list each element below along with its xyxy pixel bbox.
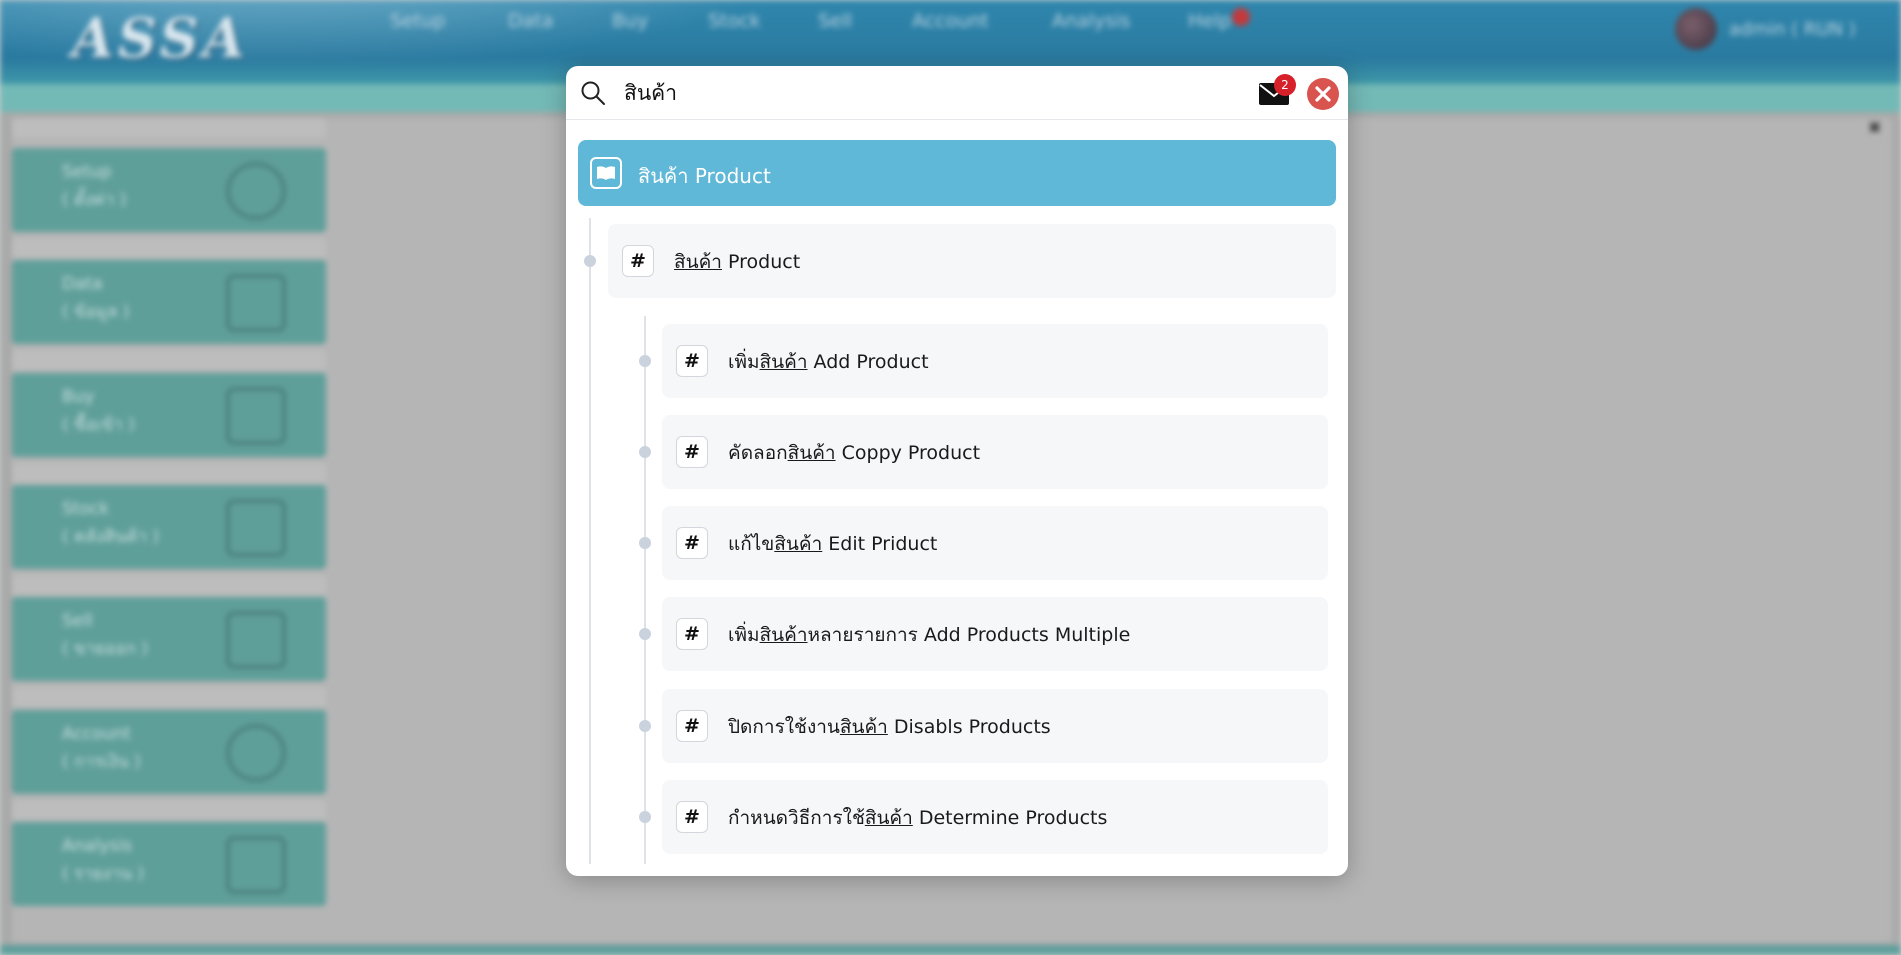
menu-item-analysis[interactable]: Analysis — [1052, 10, 1130, 32]
result-edit-product[interactable]: # แก้ไขสินค้า Edit Priduct — [662, 506, 1328, 580]
help-badge — [1232, 8, 1250, 26]
result-label: เพิ่มสินค้าหลายรายการ Add Products Multi… — [728, 624, 1131, 646]
tree-dot — [639, 537, 651, 549]
menu-item-help[interactable]: Help — [1188, 10, 1231, 32]
search-modal: 2 สินค้า Product # สินค้า Product # เพิ่… — [566, 66, 1348, 876]
sidebar-divider — [12, 118, 326, 138]
sidebar-item-title: Account — [62, 724, 131, 744]
result-label: สินค้า Product — [674, 251, 801, 273]
close-icon — [1315, 86, 1331, 102]
sidebar-item-title: Buy — [62, 387, 95, 407]
search-input[interactable] — [624, 74, 1224, 112]
sidebar-item-data[interactable]: Data ( ข้อมูล ) — [12, 260, 326, 344]
menu-item-buy[interactable]: Buy — [612, 10, 648, 32]
user-name[interactable]: admin ( RUN ) — [1729, 19, 1856, 40]
hash-icon: # — [676, 618, 708, 650]
globe-icon — [226, 162, 286, 220]
result-determine-products[interactable]: # กำหนดวิธีการใช้สินค้า Determine Produc… — [662, 780, 1328, 854]
menu-item-account[interactable]: Account — [912, 10, 989, 32]
sidebar-divider — [12, 800, 326, 820]
result-copy-product[interactable]: # คัดลอกสินค้า Coppy Product — [662, 415, 1328, 489]
sidebar-item-setup[interactable]: Setup ( ตั้งค่า ) — [12, 148, 326, 232]
avatar[interactable] — [1675, 8, 1717, 50]
app-logo[interactable]: ASSA — [72, 6, 249, 70]
result-label: ปิดการใช้งานสินค้า Disabls Products — [728, 716, 1051, 738]
tree-dot — [639, 446, 651, 458]
result-add-product[interactable]: # เพิ่มสินค้า Add Product — [662, 324, 1328, 398]
tree-dot — [584, 255, 596, 267]
sidebar-item-stock[interactable]: Stock ( คลังสินค้า ) — [12, 485, 326, 569]
sidebar-item-subtitle: ( การเงิน ) — [62, 752, 141, 772]
result-label: กำหนดวิธีการใช้สินค้า Determine Products — [728, 807, 1108, 829]
result-label: เพิ่มสินค้า Add Product — [728, 351, 929, 373]
tree-line — [644, 316, 646, 864]
menu-item-setup[interactable]: Setup — [390, 10, 445, 32]
tree-dot — [639, 720, 651, 732]
hash-icon: # — [622, 245, 654, 277]
folder-icon — [226, 274, 286, 332]
sidebar-item-subtitle: ( รายงาน ) — [62, 864, 145, 884]
sidebar-item-subtitle: ( ข้อมูล ) — [62, 302, 130, 322]
result-disable-products[interactable]: # ปิดการใช้งานสินค้า Disabls Products — [662, 689, 1328, 763]
sidebar-divider — [12, 238, 326, 258]
menu-item-stock[interactable]: Stock — [708, 10, 761, 32]
sidebar-item-subtitle: ( ซื้อเข้า ) — [62, 415, 135, 435]
result-add-products-multiple[interactable]: # เพิ่มสินค้าหลายรายการ Add Products Mul… — [662, 597, 1328, 671]
sidebar-divider — [12, 687, 326, 707]
menu-item-sell[interactable]: Sell — [818, 10, 852, 32]
result-label: แก้ไขสินค้า Edit Priduct — [728, 533, 938, 555]
tree-dot — [639, 811, 651, 823]
tree-line — [589, 218, 591, 864]
sidebar-item-title: Sell — [62, 611, 93, 631]
mail-count-badge: 2 — [1274, 74, 1296, 96]
sidebar-item-analysis[interactable]: Analysis ( รายงาน ) — [12, 822, 326, 906]
sidebar-item-buy[interactable]: Buy ( ซื้อเข้า ) — [12, 373, 326, 457]
hash-icon: # — [676, 710, 708, 742]
sidebar-item-title: Setup — [62, 162, 112, 182]
sidebar-item-title: Stock — [62, 499, 110, 519]
sidebar-item-account[interactable]: Account ( การเงิน ) — [12, 710, 326, 794]
sidebar-item-title: Analysis — [62, 836, 133, 856]
hash-icon: # — [676, 527, 708, 559]
sidebar-divider — [12, 463, 326, 483]
sidebar-item-title: Data — [62, 274, 103, 294]
result-product[interactable]: # สินค้า Product — [608, 224, 1336, 298]
result-label: คัดลอกสินค้า Coppy Product — [728, 442, 981, 464]
search-bar: 2 — [566, 66, 1348, 120]
result-label: สินค้า Product — [638, 164, 771, 188]
sidebar-divider — [12, 575, 326, 595]
close-button[interactable] — [1307, 78, 1339, 110]
footer-bar — [0, 945, 1901, 955]
sidebar-item-subtitle: ( ขายออก ) — [62, 639, 148, 659]
tree-dot — [639, 628, 651, 640]
warehouse-icon — [226, 499, 286, 557]
dollar-icon — [226, 724, 286, 782]
result-product-category[interactable]: สินค้า Product — [578, 140, 1336, 206]
search-icon — [581, 81, 605, 105]
sidebar-item-sell[interactable]: Sell ( ขายออก ) — [12, 597, 326, 681]
hash-icon: # — [676, 801, 708, 833]
user-menu[interactable]: admin ( RUN ) — [1675, 8, 1856, 50]
sidebar-item-subtitle: ( คลังสินค้า ) — [62, 527, 160, 547]
menu-item-data[interactable]: Data — [508, 10, 553, 32]
basket-icon — [226, 387, 286, 445]
cart-icon — [226, 611, 286, 669]
sidebar-item-subtitle: ( ตั้งค่า ) — [62, 190, 127, 210]
hash-icon: # — [676, 436, 708, 468]
report-icon — [226, 836, 286, 894]
sidebar-divider — [12, 350, 326, 370]
tree-dot — [639, 355, 651, 367]
panel-close-icon[interactable]: ✖ — [1868, 118, 1881, 137]
book-icon — [590, 157, 622, 189]
hash-icon: # — [676, 345, 708, 377]
